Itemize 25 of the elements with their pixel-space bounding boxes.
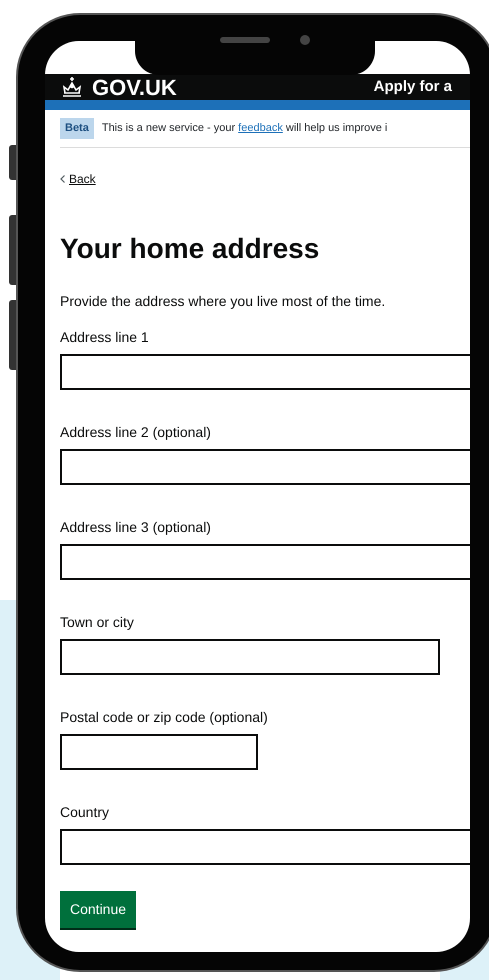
page-heading: Your home address xyxy=(60,232,320,266)
back-link[interactable]: Back xyxy=(69,170,96,188)
input-field[interactable] xyxy=(60,544,470,580)
speaker-icon xyxy=(220,37,270,43)
feedback-link[interactable]: feedback xyxy=(238,122,283,134)
input-field[interactable] xyxy=(60,639,440,676)
input-field[interactable] xyxy=(60,734,258,770)
phase-banner-text: This is a new service - your feedback will help us improve i xyxy=(102,121,388,136)
field-label: Address line 2 (optional) xyxy=(60,423,212,442)
hint-text: Provide the address where you live most of the time. xyxy=(60,292,386,312)
field-label: Address line 3 (optional) xyxy=(60,518,212,536)
input-field[interactable] xyxy=(60,829,470,866)
field-label: Country xyxy=(60,803,110,822)
continue-button[interactable]: Continue xyxy=(60,891,136,928)
input-field[interactable] xyxy=(60,354,470,390)
camera-icon xyxy=(300,35,310,45)
field-label: Postal code or zip code (optional) xyxy=(60,708,269,726)
field-label: Address line 1 xyxy=(60,328,150,346)
phase-tag: Beta xyxy=(60,118,94,138)
logo-text[interactable]: GOV.UK xyxy=(92,70,177,104)
chevron-left-icon xyxy=(60,174,65,182)
field-label: Town or city xyxy=(60,613,135,632)
service-name[interactable]: Apply for a xyxy=(374,76,452,98)
input-field[interactable] xyxy=(60,449,470,486)
crown-icon xyxy=(60,76,84,98)
